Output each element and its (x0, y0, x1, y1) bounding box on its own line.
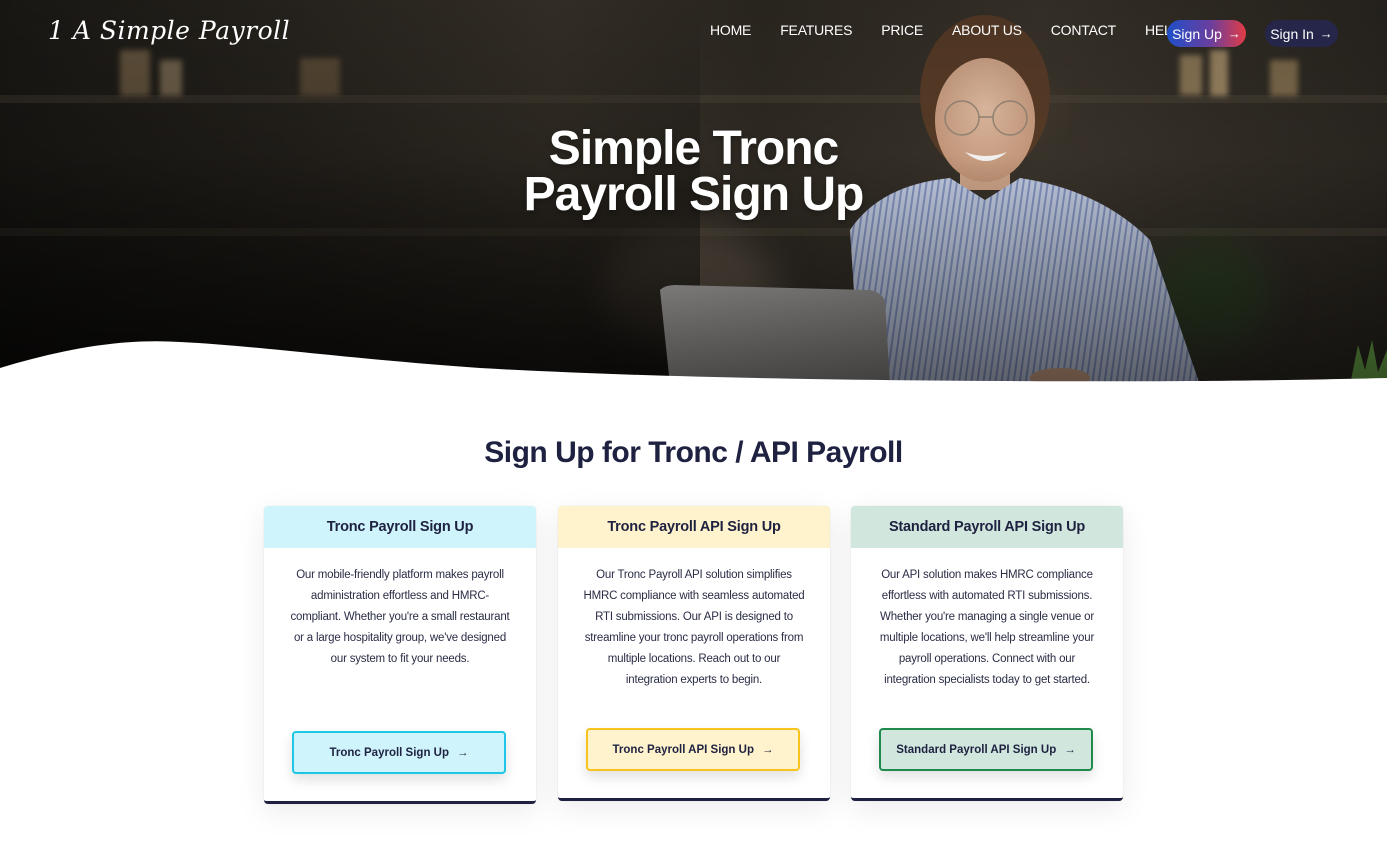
main-nav: HOME FEATURES PRICE ABOUT US CONTACT HEL… (710, 22, 1210, 38)
hero-title: Simple Tronc Payroll Sign Up (0, 125, 1387, 221)
nav-price[interactable]: PRICE (881, 22, 923, 38)
sign-up-label: Sign Up (1172, 25, 1222, 42)
sign-in-label: Sign In (1270, 25, 1314, 42)
card-title: Standard Payroll API Sign Up (851, 506, 1123, 548)
arrow-right-icon: → (1064, 743, 1076, 756)
standard-payroll-api-sign-up-button[interactable]: Standard Payroll API Sign Up → (879, 728, 1093, 771)
section-title: Sign Up for Tronc / API Payroll (484, 436, 903, 469)
hero-title-line-2: Payroll Sign Up (523, 168, 865, 221)
card-title: Tronc Payroll Sign Up (264, 506, 536, 548)
nav-features[interactable]: FEATURES (780, 22, 852, 38)
nav-sign-up-button[interactable]: Sign Up → (1167, 20, 1246, 47)
card-standard-payroll-api: Standard Payroll API Sign Up Our API sol… (851, 506, 1123, 801)
nav-about-us[interactable]: ABOUT US (952, 22, 1022, 38)
tronc-payroll-sign-up-button[interactable]: Tronc Payroll Sign Up → (292, 731, 506, 774)
tronc-payroll-api-sign-up-button[interactable]: Tronc Payroll API Sign Up → (586, 728, 800, 771)
button-label: Tronc Payroll Sign Up (329, 746, 450, 759)
card-tronc-payroll: Tronc Payroll Sign Up Our mobile-friendl… (264, 506, 536, 804)
card-description: Our API solution makes HMRC compliance e… (879, 569, 1095, 686)
nav-home[interactable]: HOME (710, 22, 751, 38)
nav-sign-in-button[interactable]: Sign In → (1265, 20, 1338, 47)
card-description: Our Tronc Payroll API solution simplifie… (583, 569, 805, 686)
arrow-right-icon: → (1227, 26, 1241, 41)
button-label: Standard Payroll API Sign Up (896, 743, 1057, 756)
hero-wave-divider (0, 341, 1387, 385)
site-logo[interactable]: 1 A Simple Payroll (48, 16, 290, 45)
arrow-right-icon: → (457, 746, 469, 759)
nav-contact[interactable]: CONTACT (1051, 22, 1116, 38)
card-title: Tronc Payroll API Sign Up (558, 506, 830, 548)
button-label: Tronc Payroll API Sign Up (612, 743, 754, 756)
arrow-right-icon: → (761, 743, 774, 756)
arrow-right-icon: → (1319, 26, 1333, 41)
card-tronc-payroll-api: Tronc Payroll API Sign Up Our Tronc Payr… (558, 506, 830, 801)
card-description: Our mobile-friendly platform makes payro… (290, 569, 510, 665)
